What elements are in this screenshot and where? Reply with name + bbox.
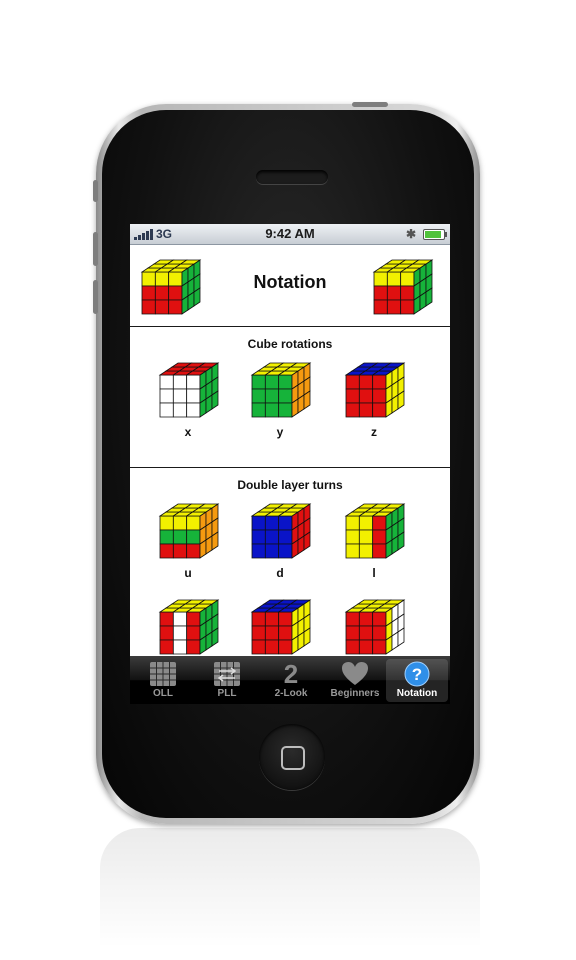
- sleep-button: [352, 102, 388, 107]
- turn-l-item[interactable]: l: [342, 500, 406, 582]
- heart-icon: [342, 662, 368, 685]
- turn-u-item[interactable]: u: [156, 500, 220, 582]
- rotation-z-label: z: [371, 425, 377, 439]
- grid-icon: [150, 662, 176, 686]
- page-title: Notation: [253, 272, 327, 292]
- turn-u-label: u: [184, 566, 192, 580]
- rotation-x-item[interactable]: x: [156, 359, 220, 441]
- tab-2-look-label: 2-Look: [274, 688, 308, 699]
- tab-notation[interactable]: ? Notation: [386, 659, 448, 702]
- rotation-y-item[interactable]: y: [248, 359, 312, 441]
- cube-y-icon: [250, 362, 312, 418]
- earpiece-speaker: [256, 170, 328, 184]
- cube-rotations-section: Cube rotations x y z: [130, 327, 450, 468]
- tab-oll[interactable]: OLL: [132, 659, 194, 702]
- cube-r-icon: [158, 599, 220, 655]
- tab-bar: OLL PLL 2 2-Look Beginners ? Notation: [130, 656, 450, 704]
- rotation-z-item[interactable]: z: [342, 359, 406, 441]
- cube-l-icon: [344, 503, 406, 559]
- battery-icon: [423, 229, 447, 240]
- page: 3G 9:42 AM ✱ Notation Cube rotations x y: [0, 0, 576, 960]
- app-screen: 3G 9:42 AM ✱ Notation Cube rotations x y: [130, 224, 450, 704]
- tab-beginners-label: Beginners: [330, 688, 380, 699]
- tab-beginners[interactable]: Beginners: [324, 659, 386, 702]
- cube-x-icon: [158, 362, 220, 418]
- volume-up-button: [93, 232, 98, 266]
- tab-2-look[interactable]: 2 2-Look: [260, 659, 322, 702]
- cube-f-icon: [250, 599, 312, 655]
- mute-switch: [93, 180, 98, 202]
- cube-logo-right-icon: [372, 259, 434, 315]
- double-layer-turns-section: Double layer turns u d l: [130, 468, 450, 658]
- rotation-x-label: x: [184, 425, 192, 439]
- number-two-icon: 2: [283, 659, 299, 689]
- svg-text:?: ?: [412, 665, 422, 684]
- bluetooth-icon: ✱: [406, 227, 417, 241]
- home-square-icon: [281, 746, 305, 770]
- cube-u-icon: [158, 503, 220, 559]
- cube-b-icon: [344, 599, 406, 655]
- rotation-y-label: y: [276, 425, 284, 439]
- cube-d-icon: [250, 503, 312, 559]
- turn-l-label: l: [372, 566, 376, 580]
- section-title-double-layer-turns: Double layer turns: [237, 478, 343, 492]
- cube-z-icon: [344, 362, 406, 418]
- section-title-cube-rotations: Cube rotations: [247, 337, 333, 351]
- battery-level: [425, 231, 442, 238]
- page-header: Notation: [130, 244, 450, 327]
- volume-down-button: [93, 280, 98, 314]
- tab-pll[interactable]: PLL: [196, 659, 258, 702]
- grid-arrows-icon: [214, 662, 240, 686]
- question-icon: ?: [404, 661, 430, 687]
- turn-d-label: d: [276, 566, 284, 580]
- turn-d-item[interactable]: d: [248, 500, 312, 582]
- tab-oll-label: OLL: [153, 688, 173, 699]
- device-reflection: [100, 828, 480, 948]
- home-button[interactable]: [259, 724, 325, 790]
- status-time: 9:42 AM: [265, 226, 315, 241]
- tab-notation-label: Notation: [396, 688, 438, 699]
- status-bar: 3G 9:42 AM ✱: [130, 224, 450, 245]
- tab-pll-label: PLL: [217, 688, 237, 699]
